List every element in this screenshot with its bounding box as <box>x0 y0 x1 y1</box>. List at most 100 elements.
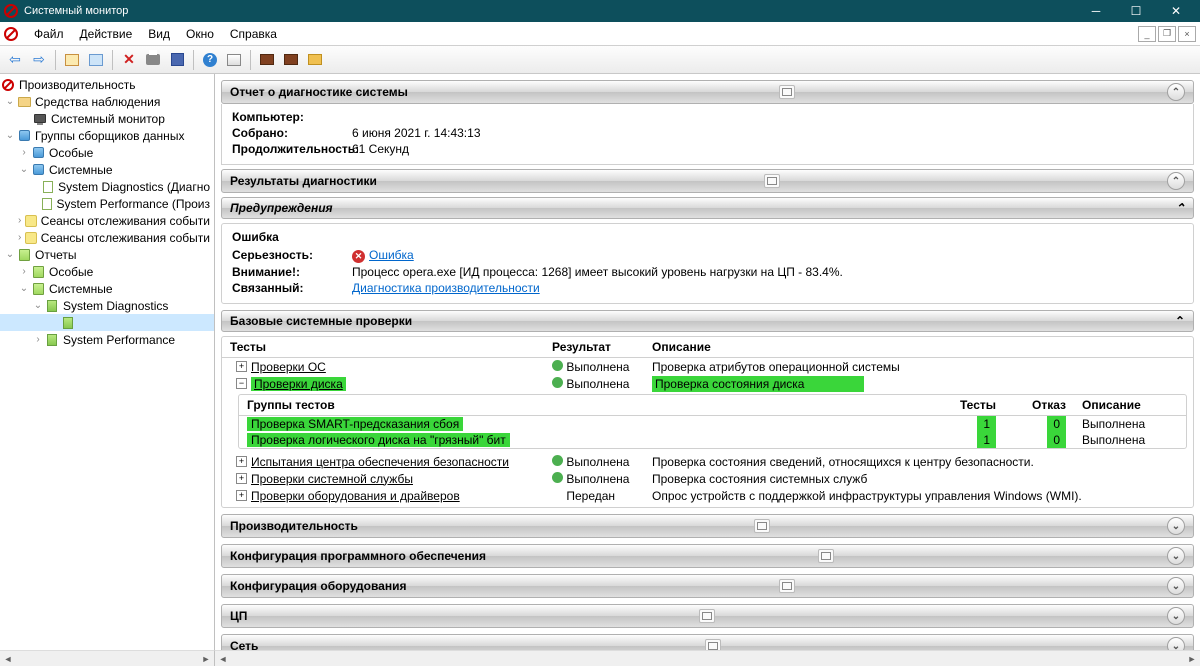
tree-reports[interactable]: ⌄Отчеты <box>0 246 214 263</box>
content-hscroll[interactable]: ◄► <box>215 650 1200 666</box>
tree-selected-report[interactable] <box>0 314 214 331</box>
expand-icon[interactable]: ⌄ <box>1167 517 1185 535</box>
collapse-icon[interactable]: − <box>236 378 247 389</box>
ok-icon <box>552 377 563 388</box>
minimize-button[interactable]: ─ <box>1076 0 1116 22</box>
panel-sw-config[interactable]: Конфигурация программного обеспечения ⌄ <box>221 544 1194 568</box>
expand-icon[interactable]: + <box>236 490 247 501</box>
panel-network[interactable]: Сеть ⌄ <box>221 634 1194 650</box>
subtest-row-smart[interactable]: Проверка SMART-предсказания сбоя 1 0 Вып… <box>239 416 1186 432</box>
tree-collector-special[interactable]: ›Особые <box>0 144 214 161</box>
panel-performance[interactable]: Производительность ⌄ <box>221 514 1194 538</box>
expand-icon[interactable]: › <box>18 266 30 277</box>
expand-icon[interactable]: + <box>236 456 247 467</box>
maximize-button[interactable]: ☐ <box>1116 0 1156 22</box>
tree-hscroll[interactable]: ◄► <box>0 650 215 666</box>
label-duration: Продолжительность: <box>232 142 352 156</box>
help-button[interactable]: ? <box>199 49 221 71</box>
scroll-right-icon[interactable]: ► <box>1184 651 1200 666</box>
delete-button[interactable]: ✕ <box>118 49 140 71</box>
expand-icon[interactable]: ⌄ <box>1167 577 1185 595</box>
menu-action[interactable]: Действие <box>72 24 141 44</box>
severity-link[interactable]: Ошибка <box>369 248 414 262</box>
test-row-disk[interactable]: −Проверки диска Выполнена Проверка состо… <box>222 375 1193 392</box>
close-button[interactable]: ✕ <box>1156 0 1196 22</box>
expand-icon[interactable]: + <box>236 473 247 484</box>
tree-report-sys-diag[interactable]: ⌄System Diagnostics <box>0 297 214 314</box>
panel-header[interactable]: Отчет о диагностике системы ⌃ <box>221 80 1194 104</box>
related-link[interactable]: Диагностика производительности <box>352 281 540 295</box>
menu-help[interactable]: Справка <box>222 24 285 44</box>
show-hide-tree-button[interactable] <box>61 49 83 71</box>
mdi-restore-button[interactable]: ❐ <box>1158 26 1176 42</box>
collapse-icon[interactable]: ⌄ <box>32 300 44 311</box>
mdi-close-button[interactable]: × <box>1178 26 1196 42</box>
panel-diag-results[interactable]: Результаты диагностики ⌃ <box>221 169 1194 193</box>
collapse-icon[interactable]: ⌄ <box>18 283 30 294</box>
tree-root-performance[interactable]: Производительность <box>0 76 214 93</box>
test-row-os[interactable]: +Проверки ОС Выполнена Проверка атрибуто… <box>222 358 1193 375</box>
subtest-row-dirty-bit[interactable]: Проверка логического диска на "грязный" … <box>239 432 1186 448</box>
expand-icon[interactable]: + <box>236 361 247 372</box>
menu-file[interactable]: Файл <box>26 24 72 44</box>
tree-report-sys-perf[interactable]: ›System Performance <box>0 331 214 348</box>
print-button[interactable] <box>142 49 164 71</box>
tree-monitoring-tools[interactable]: ⌄Средства наблюдения <box>0 93 214 110</box>
expand-icon[interactable]: › <box>18 147 30 158</box>
expand-icon[interactable]: ⌄ <box>1167 607 1185 625</box>
mdi-minimize-button[interactable]: _ <box>1138 26 1156 42</box>
collapse-icon[interactable]: ⌃ <box>1175 201 1185 215</box>
calendar-icon <box>705 639 721 650</box>
expand-icon[interactable]: › <box>15 232 25 243</box>
tree-sys-performance[interactable]: System Performance (Произ <box>0 195 214 212</box>
panel-title: Отчет о диагностике системы <box>230 85 408 99</box>
tool-icon-3[interactable] <box>280 49 302 71</box>
expand-icon[interactable]: ⌄ <box>1167 547 1185 565</box>
forward-button[interactable]: ⇨ <box>28 49 50 71</box>
collapse-icon[interactable]: ⌄ <box>18 164 30 175</box>
collapse-icon[interactable]: ⌄ <box>4 96 16 107</box>
scroll-left-icon[interactable]: ◄ <box>0 651 16 666</box>
collapse-icon[interactable]: ⌃ <box>1167 83 1185 101</box>
test-row-hardware[interactable]: +Проверки оборудования и драйверов Перед… <box>222 487 1193 504</box>
tree-system-monitor[interactable]: Системный монитор <box>0 110 214 127</box>
menu-view[interactable]: Вид <box>140 24 178 44</box>
app-icon <box>4 4 18 18</box>
collapse-icon[interactable]: ⌃ <box>1175 314 1185 328</box>
base-checks-table: Тесты Результат Описание +Проверки ОС Вы… <box>221 336 1194 508</box>
panel-hw-config[interactable]: Конфигурация оборудования ⌄ <box>221 574 1194 598</box>
expand-icon[interactable]: › <box>32 334 44 345</box>
tree-event-sessions-1[interactable]: ›Сеансы отслеживания событи <box>0 212 214 229</box>
calendar-icon <box>818 549 834 563</box>
scroll-right-icon[interactable]: ► <box>198 651 214 666</box>
calendar-icon <box>779 85 795 99</box>
collapse-icon[interactable]: ⌄ <box>4 249 16 260</box>
save-button[interactable] <box>166 49 188 71</box>
tool-icon-4[interactable] <box>304 49 326 71</box>
subpanel-base-checks[interactable]: Базовые системные проверки ⌃ <box>221 310 1194 332</box>
subpanel-warnings[interactable]: Предупреждения ⌃ <box>221 197 1194 219</box>
report-content: Отчет о диагностике системы ⌃ Компьютер:… <box>215 74 1200 650</box>
expand-icon[interactable]: ⌄ <box>1167 637 1185 650</box>
scroll-left-icon[interactable]: ◄ <box>215 651 231 666</box>
navigation-tree[interactable]: Производительность ⌄Средства наблюдения … <box>0 74 215 650</box>
collapse-icon[interactable]: ⌄ <box>4 130 16 141</box>
test-row-service[interactable]: +Проверки системной службы Выполнена Про… <box>222 470 1193 487</box>
tree-sys-diagnostics[interactable]: System Diagnostics (Диагно <box>0 178 214 195</box>
subcol-tests: Тесты <box>936 398 1006 412</box>
tree-collector-groups[interactable]: ⌄Группы сборщиков данных <box>0 127 214 144</box>
collapse-icon[interactable]: ⌃ <box>1167 172 1185 190</box>
tree-collector-system[interactable]: ⌄Системные <box>0 161 214 178</box>
view-grid-button[interactable] <box>85 49 107 71</box>
back-button[interactable]: ⇦ <box>4 49 26 71</box>
panel-cpu[interactable]: ЦП ⌄ <box>221 604 1194 628</box>
test-row-security[interactable]: +Испытания центра обеспечения безопаснос… <box>222 453 1193 470</box>
value-attention: Процесс opera.exe [ИД процесса: 1268] им… <box>352 265 843 279</box>
tree-event-sessions-2[interactable]: ›Сеансы отслеживания событи <box>0 229 214 246</box>
tool-icon-2[interactable] <box>256 49 278 71</box>
tree-report-system[interactable]: ⌄Системные <box>0 280 214 297</box>
tree-report-special[interactable]: ›Особые <box>0 263 214 280</box>
expand-icon[interactable]: › <box>15 215 25 226</box>
tool-icon-1[interactable] <box>223 49 245 71</box>
menu-window[interactable]: Окно <box>178 24 222 44</box>
